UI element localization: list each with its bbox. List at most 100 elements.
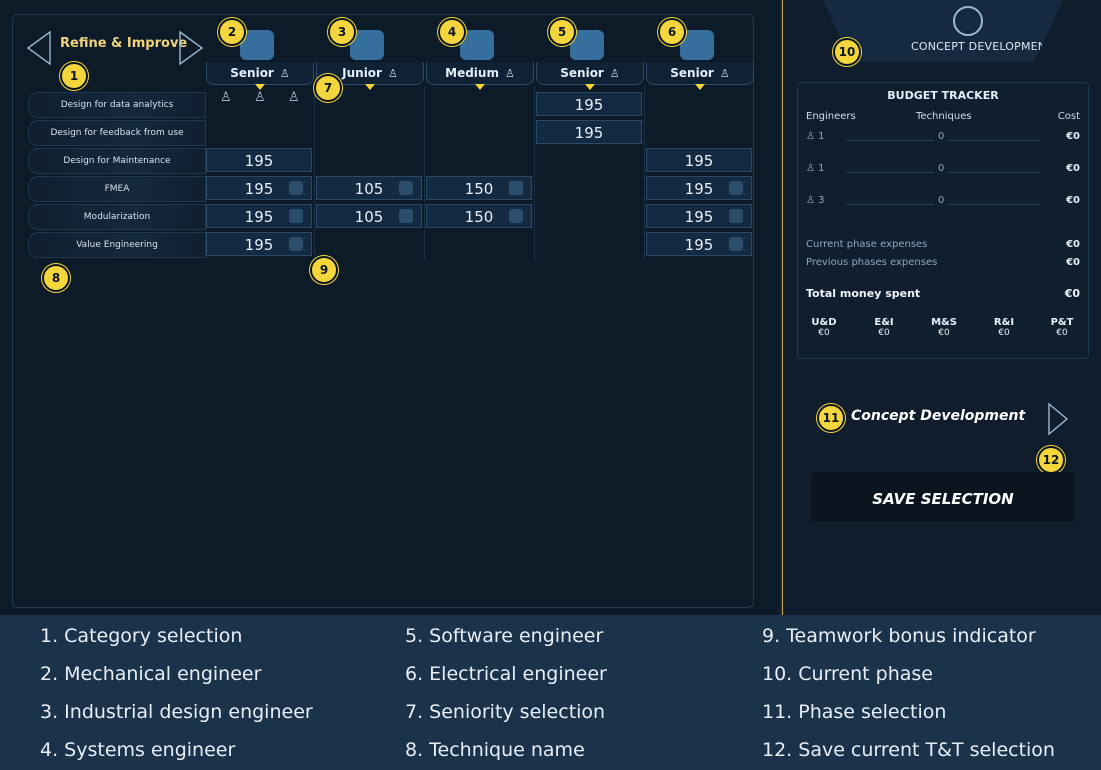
technique-selection-area: Refine & Improve Senior ♙ Junior ♙ Medium ♙…	[0, 0, 780, 615]
senior-engineer-icon[interactable]: ♙	[288, 90, 300, 105]
engineer-icon: ♙	[806, 195, 819, 206]
engineer-icon: ♙	[279, 67, 290, 80]
teamwork-bonus-icon	[729, 181, 743, 195]
teamwork-bonus-icon	[509, 181, 523, 195]
technique-cell[interactable]: 105	[316, 204, 422, 228]
technique-cell[interactable]: 195	[536, 120, 642, 144]
legend-item: 4. Systems engineer	[40, 739, 236, 761]
phase-next-icon[interactable]	[1045, 402, 1071, 436]
callout-badge: 9	[310, 256, 338, 284]
seniority-selector[interactable]: Medium ♙	[426, 62, 534, 90]
legend-item: 3. Industrial design engineer	[40, 701, 313, 723]
callout-badge: 1	[60, 62, 88, 90]
legend-item: 10. Current phase	[762, 663, 933, 685]
engineer-icon: ♙	[719, 67, 730, 80]
current-phase-title: CONCEPT DEVELOPMENT	[911, 40, 1054, 53]
dropdown-arrow-icon	[695, 84, 705, 90]
budget-split: M&S €0	[931, 317, 957, 338]
teamwork-bonus-icon	[729, 237, 743, 251]
category-prev-icon[interactable]	[24, 30, 54, 66]
callout-badge: 4	[438, 18, 466, 46]
teamwork-bonus-icon	[729, 209, 743, 223]
phase-selector-label[interactable]: Concept Development	[851, 408, 1025, 424]
budget-split: P&T €0	[1050, 317, 1074, 338]
engineers-header: Engineers	[806, 111, 856, 122]
technique-name: Value Engineering	[28, 232, 206, 258]
budget-row: ♙ 3 0 €0	[806, 195, 1080, 206]
teamwork-bonus-icon	[289, 181, 303, 195]
technique-cell[interactable]: 195	[646, 232, 752, 256]
engineer-icon: ♙	[387, 67, 398, 80]
save-selection-button[interactable]: SAVE SELECTION	[811, 472, 1075, 522]
callout-badge: 8	[42, 264, 70, 292]
medium-engineer-icon[interactable]: ♙	[254, 90, 266, 105]
legend-item: 7. Seniority selection	[405, 701, 606, 723]
technique-name: Design for Maintenance	[28, 148, 206, 174]
gear-bulb-icon	[953, 6, 983, 36]
legend-item: 8. Technique name	[405, 739, 585, 761]
seniority-selector[interactable]: Senior ♙	[536, 62, 644, 90]
column-divider	[644, 86, 645, 260]
legend-item: 11. Phase selection	[762, 701, 947, 723]
legend-item: 2. Mechanical engineer	[40, 663, 262, 685]
callout-badge: 11	[817, 404, 845, 432]
callout-badge: 2	[218, 18, 246, 46]
budget-title: BUDGET TRACKER	[887, 89, 999, 102]
technique-cell[interactable]: 195	[646, 204, 752, 228]
column-divider	[314, 86, 315, 260]
engineer-icon: ♙	[806, 163, 819, 174]
category-label: Refine & Improve	[60, 36, 188, 51]
dropdown-arrow-icon	[475, 84, 485, 90]
callout-badge: 7	[314, 74, 342, 102]
side-panel: CONCEPT DEVELOPMENT 10 BUDGET TRACKER En…	[782, 0, 1101, 615]
teamwork-bonus-icon	[509, 209, 523, 223]
technique-cell[interactable]: 195	[646, 148, 752, 172]
engineer-icon: ♙	[609, 67, 620, 80]
junior-engineer-icon[interactable]: ♙	[220, 90, 232, 105]
teamwork-bonus-icon	[399, 181, 413, 195]
callout-badge: 5	[548, 18, 576, 46]
technique-name: Design for feedback from use	[28, 120, 206, 146]
technique-cell[interactable]: 195	[646, 176, 752, 200]
legend-item: 5. Software engineer	[405, 625, 604, 647]
legend-item: 1. Category selection	[40, 625, 243, 647]
technique-name: FMEA	[28, 176, 206, 202]
previous-phases-expenses: Previous phases expenses €0	[806, 257, 1080, 268]
technique-name: Modularization	[28, 204, 206, 230]
budget-split: U&D €0	[811, 317, 837, 338]
technique-cell[interactable]: 150	[426, 204, 532, 228]
technique-cell[interactable]: 195	[206, 148, 312, 172]
budget-tracker: BUDGET TRACKER Engineers Techniques Cost…	[797, 82, 1089, 359]
budget-split: E&I €0	[874, 317, 894, 338]
technique-cell[interactable]: 195	[206, 176, 312, 200]
engineer-icon: ♙	[806, 131, 819, 142]
technique-cell[interactable]: 150	[426, 176, 532, 200]
legend: 1. Category selection 2. Mechanical engi…	[0, 615, 1101, 770]
teamwork-bonus-icon	[289, 237, 303, 251]
legend-item: 12. Save current T&T selection	[762, 739, 1055, 761]
category-next-icon[interactable]	[176, 30, 206, 66]
callout-badge: 12	[1037, 446, 1065, 474]
dropdown-arrow-icon	[585, 84, 595, 90]
teamwork-bonus-icon	[289, 209, 303, 223]
technique-name: Design for data analytics	[28, 92, 206, 118]
callout-badge: 10	[833, 38, 861, 66]
seniority-selector[interactable]: Senior ♙	[206, 62, 314, 90]
technique-cell[interactable]: 195	[536, 92, 642, 116]
legend-item: 9. Teamwork bonus indicator	[762, 625, 1036, 647]
technique-cell[interactable]: 105	[316, 176, 422, 200]
column-divider	[534, 86, 535, 260]
column-divider	[424, 86, 425, 260]
seniority-selector[interactable]: Senior ♙	[646, 62, 754, 90]
budget-split: R&I €0	[993, 317, 1015, 338]
budget-row: ♙ 1 0 €0	[806, 163, 1080, 174]
callout-badge: 3	[328, 18, 356, 46]
total-money-spent: Total money spent €0	[806, 287, 1080, 300]
techniques-header: Techniques	[916, 111, 972, 122]
budget-row: ♙ 1 0 €0	[806, 131, 1080, 142]
engineer-icon: ♙	[504, 67, 515, 80]
cost-header: Cost	[1057, 111, 1080, 122]
technique-cell[interactable]: 195	[206, 204, 312, 228]
technique-cell[interactable]: 195	[206, 232, 312, 256]
dropdown-arrow-icon	[365, 84, 375, 90]
